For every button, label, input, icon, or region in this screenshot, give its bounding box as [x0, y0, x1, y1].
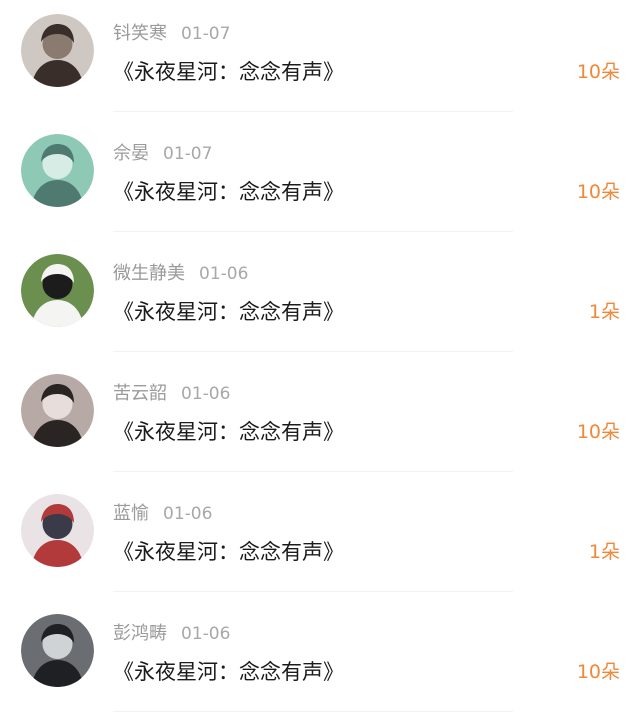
timestamp: 01-06 [181, 624, 231, 644]
list-item[interactable]: 钭笑寒 01-07 《永夜星河：念念有声》 10朵 [0, 0, 640, 120]
avatar[interactable] [21, 254, 94, 327]
avatar[interactable] [21, 134, 94, 207]
flower-count: 1朵 [588, 301, 620, 323]
timestamp: 01-07 [163, 144, 213, 164]
flower-count: 10朵 [576, 661, 620, 683]
gift-list: 钭笑寒 01-07 《永夜星河：念念有声》 10朵 佘晏 01-07 《永夜星河：念念有声》… [0, 0, 640, 720]
timestamp: 01-06 [163, 504, 213, 524]
user-name[interactable]: 佘晏 [113, 143, 149, 164]
divider [113, 471, 513, 472]
flower-count: 10朵 [576, 61, 620, 83]
timestamp: 01-06 [181, 384, 231, 404]
book-title-link[interactable]: 《永夜星河：念念有声》 [113, 415, 344, 449]
meta-line: 彭鸿畴 01-06 [113, 620, 230, 648]
list-item[interactable]: 蓝愉 01-06 《永夜星河：念念有声》 1朵 [0, 480, 640, 600]
user-avatar-icon [21, 614, 94, 687]
user-name[interactable]: 微生静美 [113, 263, 185, 284]
user-avatar-icon [21, 14, 94, 87]
book-title-link[interactable]: 《永夜星河：念念有声》 [113, 175, 344, 209]
divider [113, 231, 513, 232]
book-title-link[interactable]: 《永夜星河：念念有声》 [113, 295, 344, 329]
user-avatar-icon [21, 254, 94, 327]
timestamp: 01-06 [199, 264, 249, 284]
meta-line: 蓝愉 01-06 [113, 500, 212, 528]
list-item[interactable]: 苦云韶 01-06 《永夜星河：念念有声》 10朵 [0, 360, 640, 480]
user-name[interactable]: 彭鸿畴 [113, 623, 167, 644]
list-item[interactable]: 彭鸿畴 01-06 《永夜星河：念念有声》 10朵 [0, 600, 640, 720]
list-item[interactable]: 佘晏 01-07 《永夜星河：念念有声》 10朵 [0, 120, 640, 240]
divider [113, 111, 513, 112]
book-title-link[interactable]: 《永夜星河：念念有声》 [113, 655, 344, 689]
avatar[interactable] [21, 494, 94, 567]
divider [113, 351, 513, 352]
meta-line: 微生静美 01-06 [113, 260, 248, 288]
book-title-link[interactable]: 《永夜星河：念念有声》 [113, 535, 344, 569]
flower-count: 1朵 [588, 541, 620, 563]
user-avatar-icon [21, 494, 94, 567]
meta-line: 佘晏 01-07 [113, 140, 212, 168]
avatar[interactable] [21, 374, 94, 447]
flower-count: 10朵 [576, 421, 620, 443]
list-item[interactable]: 微生静美 01-06 《永夜星河：念念有声》 1朵 [0, 240, 640, 360]
meta-line: 钭笑寒 01-07 [113, 20, 230, 48]
avatar[interactable] [21, 14, 94, 87]
book-title-link[interactable]: 《永夜星河：念念有声》 [113, 55, 344, 89]
flower-count: 10朵 [576, 181, 620, 203]
meta-line: 苦云韶 01-06 [113, 380, 230, 408]
avatar[interactable] [21, 614, 94, 687]
divider [113, 711, 513, 712]
user-avatar-icon [21, 134, 94, 207]
timestamp: 01-07 [181, 24, 231, 44]
user-name[interactable]: 蓝愉 [113, 503, 149, 524]
user-name[interactable]: 苦云韶 [113, 383, 167, 404]
user-avatar-icon [21, 374, 94, 447]
divider [113, 591, 513, 592]
user-name[interactable]: 钭笑寒 [113, 23, 167, 44]
